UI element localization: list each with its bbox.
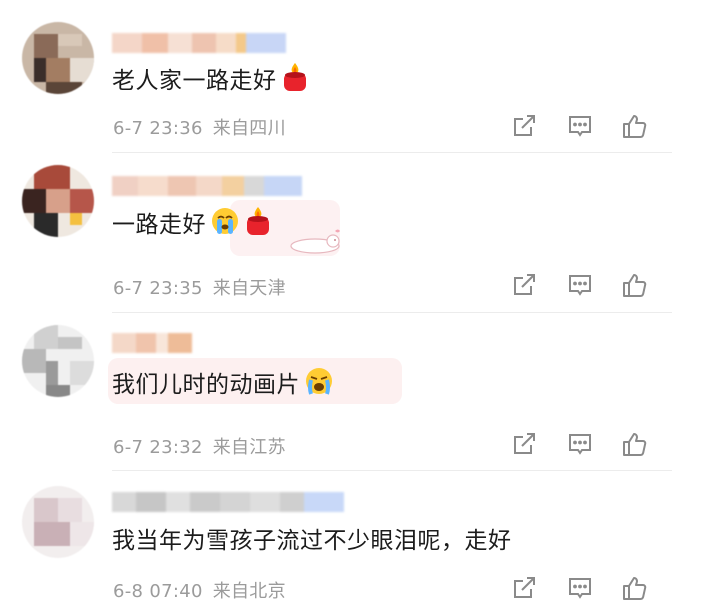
like-icon[interactable] xyxy=(620,112,648,140)
comment-date: 6-7 23:36 xyxy=(113,118,203,139)
like-icon[interactable] xyxy=(620,574,648,602)
sticker-bunny-icon xyxy=(285,226,345,260)
avatar[interactable] xyxy=(22,22,94,94)
avatar[interactable] xyxy=(22,325,94,397)
divider xyxy=(112,152,672,153)
comment-location: 来自四川 xyxy=(212,118,286,139)
avatar[interactable] xyxy=(22,165,94,237)
comment-location: 来自天津 xyxy=(212,278,286,299)
comment-location: 来自江苏 xyxy=(212,437,286,458)
comment-location: 来自北京 xyxy=(212,581,286,602)
crying-face-emoji xyxy=(210,206,240,244)
like-icon[interactable] xyxy=(620,271,648,299)
username-blurred[interactable] xyxy=(112,492,352,512)
reply-icon[interactable] xyxy=(566,574,594,602)
comment-date: 6-8 07:40 xyxy=(113,581,203,602)
avatar[interactable] xyxy=(22,486,94,558)
comment-text-label: 我当年为雪孩子流过不少眼泪呢，走好 xyxy=(112,528,512,554)
comment-text-label: 我们儿时的动画片 xyxy=(112,372,300,398)
comment-text: 一路走好 xyxy=(112,206,272,244)
divider xyxy=(112,470,672,471)
share-icon[interactable] xyxy=(510,112,538,140)
share-icon[interactable] xyxy=(510,271,538,299)
reply-icon[interactable] xyxy=(566,430,594,458)
share-icon[interactable] xyxy=(510,430,538,458)
share-icon[interactable] xyxy=(510,574,538,602)
username-blurred[interactable] xyxy=(112,33,302,53)
comment-meta: 6-7 23:32 来自江苏 xyxy=(113,433,286,459)
comment-text: 老人家一路走好 xyxy=(112,62,309,100)
candle-emoji xyxy=(244,206,272,244)
reply-icon[interactable] xyxy=(566,112,594,140)
comment-text: 我们儿时的动画片 xyxy=(112,366,334,404)
comment-text-label: 老人家一路走好 xyxy=(112,68,277,94)
comment-date: 6-7 23:32 xyxy=(113,437,203,458)
divider xyxy=(112,312,672,313)
comment-meta: 6-8 07:40 来自北京 xyxy=(113,577,286,603)
candle-emoji xyxy=(281,62,309,100)
comment-meta: 6-7 23:36 来自四川 xyxy=(113,114,286,140)
username-blurred[interactable] xyxy=(112,176,302,196)
reply-icon[interactable] xyxy=(566,271,594,299)
comment-text: 我当年为雪孩子流过不少眼泪呢，走好 xyxy=(112,526,512,556)
loudly-crying-face-emoji xyxy=(304,366,334,404)
comment-date: 6-7 23:35 xyxy=(113,278,203,299)
comment-meta: 6-7 23:35 来自天津 xyxy=(113,274,286,300)
comment-text-label: 一路走好 xyxy=(112,212,206,238)
like-icon[interactable] xyxy=(620,430,648,458)
username-blurred[interactable] xyxy=(112,333,302,353)
